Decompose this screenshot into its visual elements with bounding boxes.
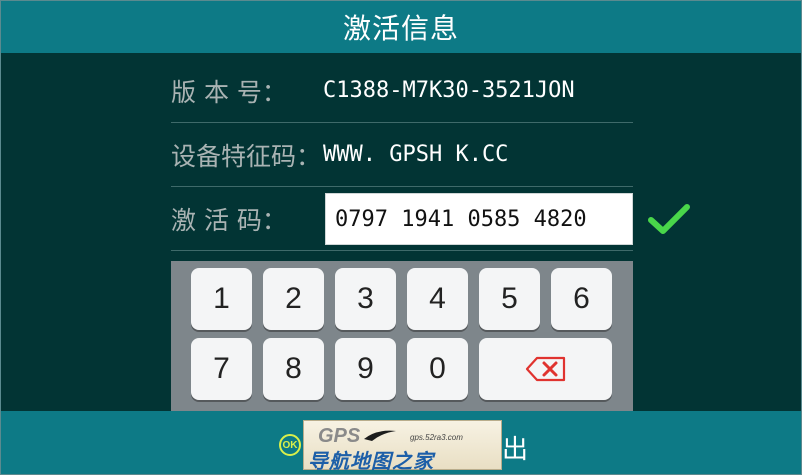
ok-icon[interactable]: OK xyxy=(279,434,301,456)
key-9[interactable]: 9 xyxy=(335,338,396,400)
watermark-logo: GPS gps.52ra3.com 导航地图之家 xyxy=(303,420,502,473)
key-3[interactable]: 3 xyxy=(335,268,396,330)
swoosh-icon xyxy=(364,430,396,441)
check-icon xyxy=(648,204,690,234)
activation-code-value: 0797 1941 0585 4820 xyxy=(335,206,587,232)
device-code-value: WWW. GPSH K.CC xyxy=(323,142,509,167)
key-0[interactable]: 0 xyxy=(407,338,468,400)
activation-code-input[interactable]: 0797 1941 0585 4820 xyxy=(325,193,633,245)
activation-dialog: 激活信息 版 本 号： C1388-M7K30-3521JON 设备特征码： W… xyxy=(0,0,802,475)
key-7[interactable]: 7 xyxy=(191,338,252,400)
watermark-name: 导航地图之家 xyxy=(308,449,434,473)
numeric-keypad: 1 2 3 4 5 6 7 8 9 0 xyxy=(171,261,633,411)
activation-code-label: 激 活 码： xyxy=(171,205,287,235)
key-4[interactable]: 4 xyxy=(407,268,468,330)
exit-button-label[interactable]: 出 xyxy=(502,429,528,466)
key-6[interactable]: 6 xyxy=(551,268,612,330)
title-bar: 激活信息 xyxy=(1,1,801,53)
key-1[interactable]: 1 xyxy=(191,268,252,330)
backspace-icon xyxy=(525,356,565,382)
backspace-button[interactable] xyxy=(479,338,612,400)
version-value: C1388-M7K30-3521JON xyxy=(323,78,575,103)
device-code-label: 设备特征码： xyxy=(171,141,322,171)
page-title: 激活信息 xyxy=(342,12,459,45)
version-label: 版 本 号： xyxy=(171,77,287,107)
version-row: 版 本 号： C1388-M7K30-3521JON xyxy=(171,59,633,123)
watermark-url: gps.52ra3.com xyxy=(410,433,463,442)
key-2[interactable]: 2 xyxy=(263,268,324,330)
device-code-row: 设备特征码： WWW. GPSH K.CC xyxy=(171,123,633,187)
key-5[interactable]: 5 xyxy=(479,268,540,330)
key-8[interactable]: 8 xyxy=(263,338,324,400)
